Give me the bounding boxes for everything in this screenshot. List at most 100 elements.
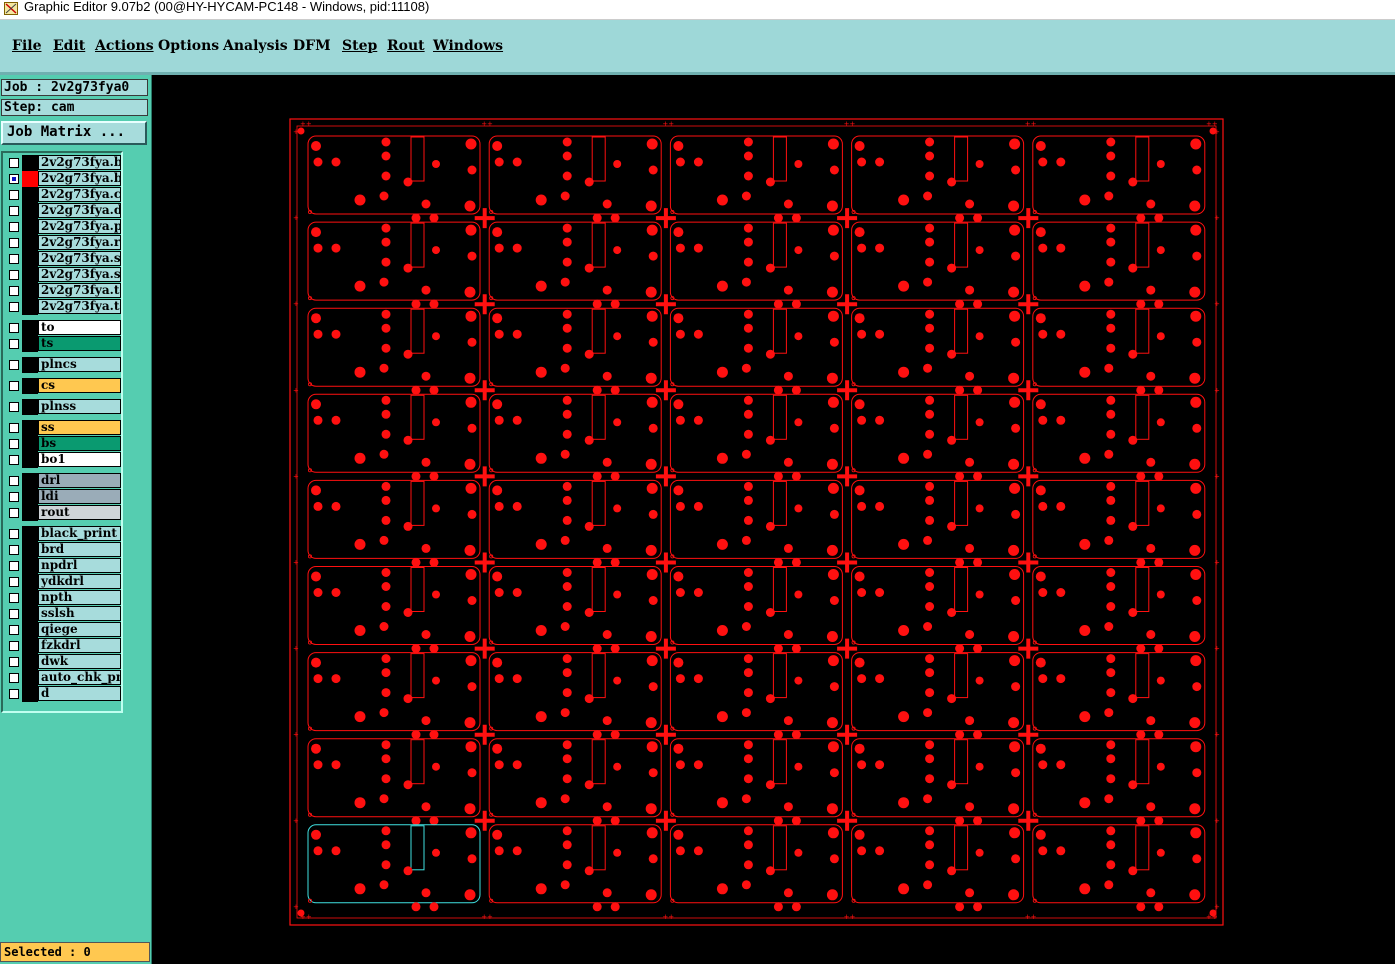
layer-checkbox[interactable] (9, 423, 19, 433)
layer-name[interactable]: fzkdrl (38, 638, 121, 653)
layer-color-swatch[interactable] (22, 203, 38, 219)
layer-row[interactable]: 2v2g73fya.to (5, 283, 121, 299)
layer-checkbox[interactable] (9, 529, 19, 539)
layer-checkbox[interactable] (9, 439, 19, 449)
layer-checkbox[interactable] (9, 657, 19, 667)
layer-name[interactable]: 2v2g73fya.dr (38, 203, 121, 218)
layer-name[interactable]: dwk (38, 654, 121, 669)
layer-name[interactable]: to (38, 320, 121, 335)
menu-analysis[interactable]: Analysis (223, 38, 288, 54)
layer-row[interactable]: brd (5, 542, 121, 558)
layer-row[interactable]: d (5, 686, 121, 702)
layer-color-swatch[interactable] (22, 420, 38, 436)
layer-color-swatch[interactable] (22, 251, 38, 267)
menu-rout[interactable]: Rout (387, 38, 425, 54)
layer-row[interactable]: drl (5, 473, 121, 489)
layer-row[interactable]: 2v2g73fya.ro (5, 235, 121, 251)
layer-row[interactable]: cs (5, 378, 121, 394)
layer-checkbox[interactable] (9, 238, 19, 248)
layer-row[interactable]: plncs (5, 357, 121, 373)
layer-row[interactable]: npth (5, 590, 121, 606)
layer-row[interactable]: sslsh (5, 606, 121, 622)
menu-dfm[interactable]: DFM (293, 38, 331, 54)
layer-row[interactable]: 2v2g73fya.pn (5, 219, 121, 235)
layer-color-swatch[interactable] (22, 542, 38, 558)
layer-checkbox[interactable] (9, 455, 19, 465)
layer-color-swatch[interactable] (22, 436, 38, 452)
layer-name[interactable]: plnss (38, 399, 121, 414)
layer-checkbox[interactable] (9, 174, 19, 184)
layer-row[interactable]: bs (5, 436, 121, 452)
layer-color-swatch[interactable] (22, 219, 38, 235)
layer-color-swatch[interactable] (22, 283, 38, 299)
layer-checkbox[interactable] (9, 323, 19, 333)
menu-windows[interactable]: Windows (433, 38, 503, 54)
layer-color-swatch[interactable] (22, 357, 38, 373)
layer-color-swatch[interactable] (22, 378, 38, 394)
layer-row[interactable]: rout (5, 505, 121, 521)
layer-checkbox[interactable] (9, 593, 19, 603)
layer-row[interactable]: ydkdrl (5, 574, 121, 590)
layer-name[interactable]: qiege (38, 622, 121, 637)
layer-row[interactable]: 2v2g73fya.bo (5, 155, 121, 171)
layer-checkbox[interactable] (9, 545, 19, 555)
layer-checkbox[interactable] (9, 270, 19, 280)
layer-row[interactable]: dwk (5, 654, 121, 670)
layer-checkbox[interactable] (9, 158, 19, 168)
layer-color-swatch[interactable] (22, 235, 38, 251)
layer-name[interactable]: 2v2g73fya.bs (38, 171, 121, 186)
layer-checkbox[interactable] (9, 286, 19, 296)
layer-checkbox[interactable] (9, 508, 19, 518)
layer-name[interactable]: ss (38, 420, 121, 435)
layer-row[interactable]: 2v2g73fya.ss (5, 267, 121, 283)
layer-color-swatch[interactable] (22, 606, 38, 622)
layer-color-swatch[interactable] (22, 574, 38, 590)
layer-name[interactable]: 2v2g73fya.to (38, 283, 121, 298)
layer-color-swatch[interactable] (22, 590, 38, 606)
layer-checkbox[interactable] (9, 625, 19, 635)
layer-checkbox[interactable] (9, 381, 19, 391)
layer-row[interactable]: black_print (5, 526, 121, 542)
layer-name[interactable]: npth (38, 590, 121, 605)
layer-name[interactable]: 2v2g73fya.ss (38, 251, 121, 266)
layer-row[interactable]: ldi (5, 489, 121, 505)
layer-checkbox[interactable] (9, 360, 19, 370)
layer-checkbox[interactable] (9, 402, 19, 412)
layer-row[interactable]: npdrl (5, 558, 121, 574)
layer-checkbox[interactable] (9, 339, 19, 349)
layer-checkbox[interactable] (9, 689, 19, 699)
layer-checkbox[interactable] (9, 641, 19, 651)
layer-color-swatch[interactable] (22, 155, 38, 171)
layer-row[interactable]: 2v2g73fya.ss (5, 251, 121, 267)
layer-color-swatch[interactable] (22, 171, 38, 187)
menu-actions[interactable]: Actions (95, 38, 154, 54)
layer-name[interactable]: 2v2g73fya.ts (38, 299, 121, 314)
layer-color-swatch[interactable] (22, 399, 38, 415)
layer-color-swatch[interactable] (22, 558, 38, 574)
layer-checkbox[interactable] (9, 561, 19, 571)
layer-checkbox[interactable] (9, 222, 19, 232)
layer-row[interactable]: bo1 (5, 452, 121, 468)
layer-checkbox[interactable] (9, 302, 19, 312)
layer-checkbox[interactable] (9, 492, 19, 502)
layer-name[interactable]: npdrl (38, 558, 121, 573)
layer-row[interactable]: 2v2g73fya.dr (5, 203, 121, 219)
layer-name[interactable]: 2v2g73fya.ro (38, 235, 121, 250)
menu-edit[interactable]: Edit (53, 38, 85, 54)
layer-checkbox[interactable] (9, 673, 19, 683)
layer-name[interactable]: 2v2g73fya.pn (38, 219, 121, 234)
layer-row[interactable]: ts (5, 336, 121, 352)
layer-color-swatch[interactable] (22, 489, 38, 505)
layer-color-swatch[interactable] (22, 670, 38, 686)
layer-name[interactable]: auto_chk_pnl (38, 670, 121, 685)
layer-name[interactable]: rout (38, 505, 121, 520)
layer-color-swatch[interactable] (22, 187, 38, 203)
layer-checkbox[interactable] (9, 476, 19, 486)
menu-file[interactable]: File (12, 38, 41, 54)
layer-name[interactable]: ldi (38, 489, 121, 504)
layer-row[interactable]: 2v2g73fya.bs (5, 171, 121, 187)
layer-row[interactable]: fzkdrl (5, 638, 121, 654)
layer-color-swatch[interactable] (22, 473, 38, 489)
layer-name[interactable]: ydkdrl (38, 574, 121, 589)
layer-name[interactable]: ts (38, 336, 121, 351)
